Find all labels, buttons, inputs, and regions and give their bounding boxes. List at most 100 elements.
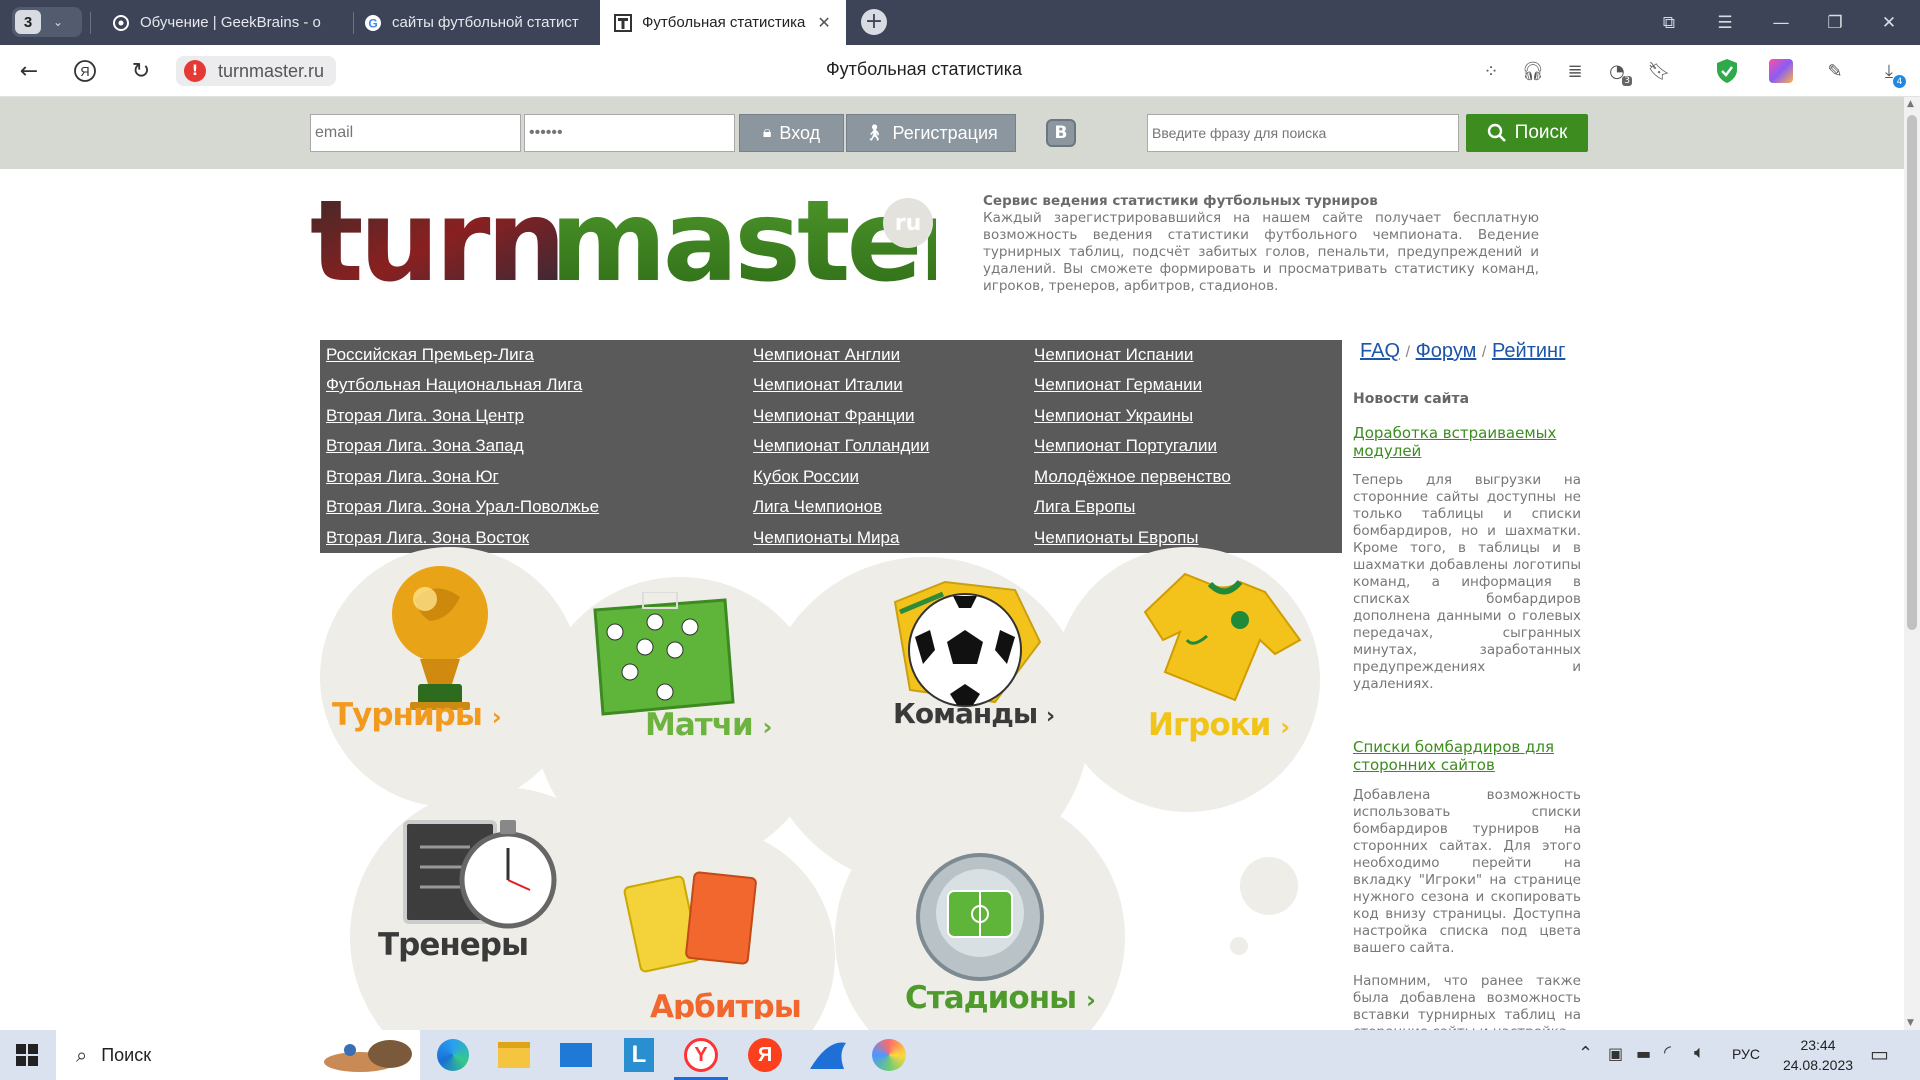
- intro-text: Каждый зарегистрировавшийся на нашем сай…: [983, 210, 1539, 294]
- tab-google-search[interactable]: G сайты футбольной статист: [364, 0, 590, 45]
- news-title-link[interactable]: Списки бомбардиров для сторонних сайтов: [1353, 738, 1581, 774]
- svg-text:turn: turn: [310, 192, 562, 292]
- bookmark-icon[interactable]: 🔖︎: [1646, 58, 1672, 84]
- matches-label: Матчи: [645, 707, 754, 743]
- league-link[interactable]: Российская Премьер-Лига: [326, 345, 534, 365]
- clock[interactable]: 23:44 24.08.2023: [1768, 1035, 1868, 1075]
- register-button[interactable]: 🚶︎ Регистрация: [846, 114, 1016, 152]
- yandex-browser-icon[interactable]: Y: [684, 1038, 718, 1072]
- address-bar: ← Я ↻ ! turnmaster.ru Футбольная статист…: [0, 45, 1920, 97]
- pitch-icon: [593, 592, 735, 716]
- page-scrollbar[interactable]: ▲ ▼: [1904, 97, 1920, 1030]
- league-link[interactable]: Чемпионаты Европы: [1034, 528, 1199, 548]
- league-link[interactable]: Чемпионат Украины: [1034, 406, 1193, 426]
- league-link[interactable]: Лига Чемпионов: [753, 497, 882, 517]
- menu-icon[interactable]: ☰: [1700, 0, 1750, 45]
- link-separator: /: [1481, 344, 1487, 361]
- league-link[interactable]: Чемпионат Италии: [753, 375, 903, 395]
- svg-text:master: master: [550, 192, 936, 292]
- tab-geekbrains[interactable]: Обучение | GeekBrains - о: [112, 0, 342, 45]
- league-link[interactable]: Футбольная Национальная Лига: [326, 375, 582, 395]
- tab-collections-icon[interactable]: ⧉: [1644, 0, 1694, 45]
- search-input[interactable]: [1147, 114, 1459, 152]
- restore-icon[interactable]: ❐: [1810, 0, 1860, 45]
- scroll-up-icon[interactable]: ▲: [1907, 99, 1914, 109]
- chat-icon[interactable]: ✎: [1822, 58, 1848, 84]
- email-input[interactable]: [310, 114, 521, 152]
- league-link[interactable]: Чемпионат Испании: [1034, 345, 1193, 365]
- league-link[interactable]: Чемпионат Португалии: [1034, 436, 1217, 456]
- league-link[interactable]: Кубок России: [753, 467, 859, 487]
- jersey-icon: [1143, 572, 1302, 702]
- category-tiles: Турниры › Матчи › Команды › Игроки › Тре…: [320, 547, 1342, 1030]
- tile-background: [1240, 857, 1298, 915]
- league-link[interactable]: Вторая Лига. Зона Урал-Поволжье: [326, 497, 599, 517]
- league-link[interactable]: Чемпионат Германии: [1034, 375, 1202, 395]
- reader-mode-icon[interactable]: ≣: [1562, 58, 1588, 84]
- close-window-icon[interactable]: ✕: [1864, 0, 1914, 45]
- action-center-icon[interactable]: ▭: [1870, 1042, 1889, 1066]
- taskbar: ⌕ Поиск L Y Я ⌃ ▣ ▬ ◜ 🔈︎ РУС 23:44 24.08…: [0, 1030, 1920, 1080]
- chevron-up-icon[interactable]: ⌃: [1578, 1043, 1593, 1064]
- league-link[interactable]: Вторая Лига. Зона Юг: [326, 467, 499, 487]
- shield-icon[interactable]: [1714, 58, 1740, 84]
- file-explorer-icon[interactable]: [498, 1042, 530, 1068]
- logo-wordmark: turn master: [310, 177, 977, 307]
- windows-start-icon[interactable]: [16, 1044, 38, 1066]
- tab-football-stats[interactable]: Футбольная статистика ✕: [600, 0, 846, 45]
- page-viewport: 🔒︎ Вход 🚶︎ Регистрация B Поиск turn mast…: [0, 97, 1904, 1030]
- battery-icon[interactable]: ▬: [1636, 1044, 1651, 1063]
- turnmaster-icon: [614, 13, 632, 32]
- notifications-icon[interactable]: ◔ 3: [1604, 58, 1632, 86]
- league-link[interactable]: Вторая Лига. Зона Восток: [326, 528, 529, 548]
- tab-title: сайты футбольной статист: [392, 14, 579, 31]
- tab-count: 3: [15, 10, 41, 34]
- scroll-down-icon[interactable]: ▼: [1907, 1018, 1914, 1028]
- scrollbar-thumb[interactable]: [1907, 115, 1917, 630]
- tab-bar: 3 ⌄ Обучение | GeekBrains - о G сайты фу…: [0, 0, 1920, 45]
- leagues-menu: Российская Премьер-Лига Футбольная Нацио…: [320, 340, 1342, 553]
- league-link[interactable]: Чемпионаты Мира: [753, 528, 899, 548]
- apps-icon[interactable]: ⁘: [1478, 58, 1504, 84]
- tab-counter-button[interactable]: 3 ⌄: [12, 7, 82, 37]
- league-link[interactable]: Вторая Лига. Зона Запад: [326, 436, 524, 456]
- link-separator: /: [1405, 344, 1411, 361]
- forum-link[interactable]: Форум: [1416, 340, 1477, 362]
- league-link[interactable]: Чемпионат Англии: [753, 345, 900, 365]
- meet-now-icon[interactable]: ▣: [1608, 1044, 1623, 1063]
- league-link[interactable]: Молодёжное первенство: [1034, 467, 1231, 487]
- close-icon[interactable]: ✕: [817, 13, 830, 33]
- shark-app-icon[interactable]: [808, 1039, 848, 1071]
- volume-icon[interactable]: 🔈︎: [1694, 1042, 1705, 1063]
- yandex-app-icon[interactable]: Я: [748, 1038, 782, 1072]
- rating-link[interactable]: Рейтинг: [1492, 340, 1565, 362]
- wifi-icon[interactable]: ◜: [1664, 1042, 1671, 1063]
- headphones-icon[interactable]: 🎧︎: [1520, 58, 1546, 84]
- league-link[interactable]: Чемпионат Голландии: [753, 436, 929, 456]
- news-text: Добавлена возможность использовать списк…: [1353, 787, 1581, 956]
- login-button[interactable]: 🔒︎ Вход: [739, 114, 844, 152]
- turnmaster-logo[interactable]: turn master: [310, 177, 977, 307]
- search-button[interactable]: Поиск: [1466, 114, 1588, 152]
- search-icon: ⌕: [76, 1043, 88, 1067]
- new-tab-button[interactable]: +: [861, 9, 887, 35]
- arrow-icon: ›: [491, 703, 502, 731]
- league-link[interactable]: Вторая Лига. Зона Центр: [326, 406, 524, 426]
- edge-app-icon[interactable]: [437, 1039, 469, 1071]
- extension-gradient-icon[interactable]: [1768, 58, 1794, 84]
- faq-link[interactable]: FAQ: [1360, 340, 1400, 362]
- language-indicator[interactable]: РУС: [1732, 1046, 1760, 1062]
- minimize-icon[interactable]: —: [1756, 0, 1806, 45]
- league-link[interactable]: Чемпионат Франции: [753, 406, 915, 426]
- league-link[interactable]: Лига Европы: [1034, 497, 1135, 517]
- taskbar-search-box[interactable]: ⌕ Поиск: [56, 1030, 420, 1080]
- players-label: Игроки: [1148, 707, 1271, 743]
- news-title-link[interactable]: Доработка встраиваемых модулей: [1353, 424, 1581, 460]
- mail-app-icon[interactable]: [560, 1043, 592, 1067]
- downloads-icon[interactable]: ⤓ 4: [1876, 58, 1906, 88]
- paint-app-icon[interactable]: [872, 1039, 906, 1071]
- vk-login-button[interactable]: B: [1046, 119, 1076, 147]
- password-input[interactable]: [524, 114, 735, 152]
- l-app-icon[interactable]: L: [624, 1038, 654, 1072]
- cards-icon: [623, 871, 757, 973]
